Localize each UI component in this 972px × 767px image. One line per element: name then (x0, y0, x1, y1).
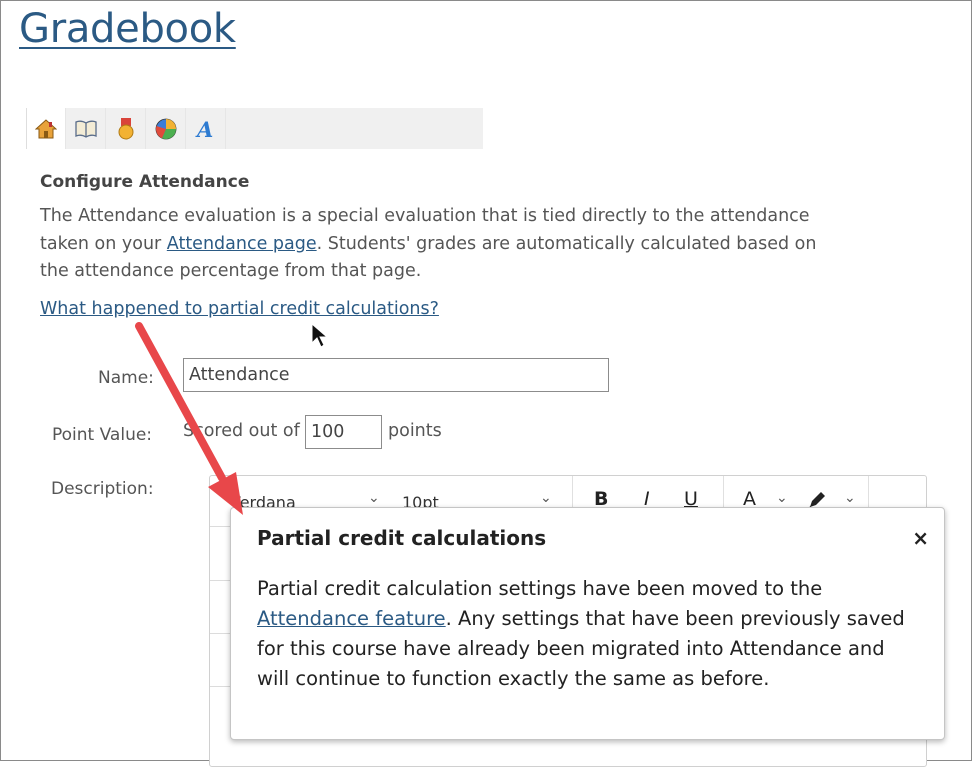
medal-button[interactable] (106, 108, 146, 149)
mouse-cursor-icon (311, 323, 329, 348)
partial-credit-popup: Partial credit calculations × Partial cr… (230, 507, 945, 740)
home-icon (35, 118, 57, 138)
popup-body: Partial credit calculation settings have… (257, 574, 917, 694)
points-suffix-text: points (388, 421, 442, 441)
pie-chart-icon (155, 118, 176, 139)
point-value-label: Point Value: (52, 425, 153, 445)
intro-paragraph: The Attendance evaluation is a special e… (40, 203, 850, 286)
scored-out-of-text: Scored out of (183, 421, 300, 441)
points-input[interactable]: 100 (305, 415, 382, 449)
book-icon (74, 120, 97, 138)
font-button[interactable]: A (186, 108, 226, 149)
partial-credit-help-link[interactable]: What happened to partial credit calculat… (40, 299, 439, 319)
book-button[interactable] (66, 108, 106, 149)
section-heading: Configure Attendance (40, 172, 250, 192)
page-title[interactable]: Gradebook (19, 6, 236, 52)
name-label: Name: (98, 368, 154, 388)
popup-text-start: Partial credit calculation settings have… (257, 577, 823, 600)
attendance-feature-link[interactable]: Attendance feature (257, 607, 446, 630)
name-input[interactable]: Attendance (183, 358, 609, 392)
font-size-chevron-icon[interactable]: ⌄ (540, 490, 552, 506)
chart-button[interactable] (146, 108, 186, 149)
svg-text:A: A (195, 117, 213, 141)
medal-icon (118, 117, 133, 139)
close-icon[interactable]: × (912, 526, 929, 550)
highlight-chevron-icon[interactable]: ⌄ (844, 490, 856, 506)
font-icon: A (195, 117, 213, 141)
font-color-chevron-icon[interactable]: ⌄ (776, 490, 788, 506)
gradebook-toolbar: A (26, 108, 483, 149)
home-button[interactable] (26, 108, 66, 149)
font-family-chevron-icon[interactable]: ⌄ (368, 490, 380, 506)
attendance-page-link[interactable]: Attendance page (167, 234, 317, 254)
description-label: Description: (51, 479, 154, 499)
popup-title: Partial credit calculations (257, 526, 547, 550)
